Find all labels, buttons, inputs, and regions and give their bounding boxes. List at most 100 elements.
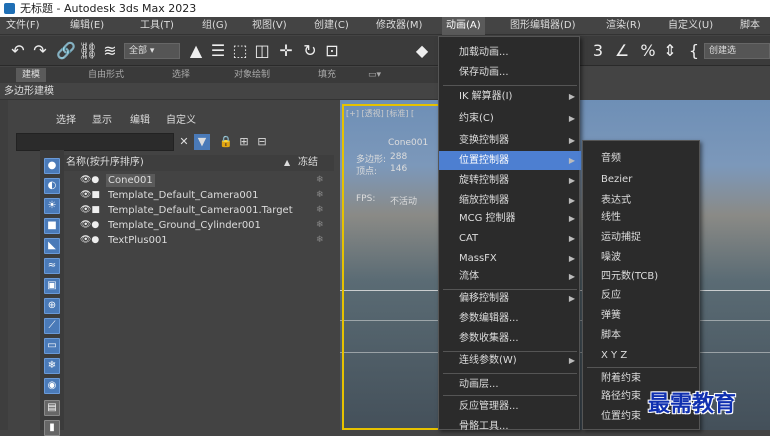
menu-file[interactable]: 文件(F) xyxy=(6,17,40,35)
explorer-search-input[interactable] xyxy=(16,133,174,151)
freeze-icon[interactable]: ❄ xyxy=(316,219,324,232)
display-none-icon[interactable]: ▮ xyxy=(44,420,60,436)
rectangular-selection-icon[interactable]: ⬚ xyxy=(230,41,250,61)
display-all-icon[interactable]: ▤ xyxy=(44,400,60,416)
menu-views[interactable]: 视图(V) xyxy=(252,17,287,35)
tab-freeform[interactable]: 自由形式 xyxy=(82,68,130,82)
menu-modifiers[interactable]: 修改器(M) xyxy=(376,17,422,35)
filter-cameras-icon[interactable]: ■ xyxy=(44,218,60,234)
filter-helpers-icon[interactable]: ◣ xyxy=(44,238,60,254)
visibility-eye-icon[interactable]: 👁■ xyxy=(80,204,100,217)
submenu-item-xyz[interactable]: X Y Z xyxy=(583,346,701,365)
submenu-item-noise[interactable]: 噪波 xyxy=(583,248,701,267)
menu-item-parameter-editor[interactable]: 参数编辑器... xyxy=(439,309,581,328)
filter-bones-icon[interactable]: ⟋ xyxy=(44,318,60,334)
filter-space-warps-icon[interactable]: ≈ xyxy=(44,258,60,274)
link-icon[interactable]: 🔗 xyxy=(56,41,76,61)
menu-item-mcg-controllers[interactable]: MCG 控制器 ▶ xyxy=(439,209,581,228)
tab-object-paint[interactable]: 对象绘制 xyxy=(228,68,276,82)
tab-populate[interactable]: 填充 xyxy=(312,68,342,82)
visibility-eye-icon[interactable]: 👁● xyxy=(80,234,99,247)
freeze-icon[interactable]: ❄ xyxy=(316,234,324,247)
visibility-eye-icon[interactable]: 👁■ xyxy=(80,189,100,202)
undo-icon[interactable]: ↶ xyxy=(8,41,28,61)
menu-item-parameter-collector[interactable]: 参数收集器... xyxy=(439,329,581,348)
submenu-item-audio[interactable]: 音频 xyxy=(583,149,701,168)
select-by-name-icon[interactable]: ☰ xyxy=(208,41,228,61)
filter-icon[interactable]: ▼ xyxy=(194,134,210,150)
lock-icon[interactable]: 🔒 xyxy=(218,134,234,150)
spinner-snap-icon[interactable]: ⇕ xyxy=(660,41,680,61)
filter-geometry-icon[interactable]: ● xyxy=(44,158,60,174)
unlink-icon[interactable]: ⛓ xyxy=(78,41,98,61)
redo-icon[interactable]: ↷ xyxy=(30,41,50,61)
menu-item-position-controllers[interactable]: 位置控制器 ▶ xyxy=(439,151,581,170)
table-row[interactable]: 👁■ Template_Default_Camera001.Target ❄ xyxy=(64,204,334,217)
move-icon[interactable]: ✛ xyxy=(276,41,296,61)
menu-item-animation-layers[interactable]: 动画层... xyxy=(439,375,581,394)
submenu-item-quaternion-tcb[interactable]: 四元数(TCB) xyxy=(583,267,701,286)
menu-item-offset-controllers[interactable]: 偏移控制器 ▶ xyxy=(439,289,581,308)
layer-icon[interactable]: ⊟ xyxy=(254,134,270,150)
filter-groups-icon[interactable]: ▣ xyxy=(44,278,60,294)
submenu-item-spring[interactable]: 弹簧 xyxy=(583,306,701,325)
submenu-item-reaction[interactable]: 反应 xyxy=(583,286,701,305)
filter-xrefs-icon[interactable]: ⊕ xyxy=(44,298,60,314)
menu-item-bone-tools[interactable]: 骨骼工具... xyxy=(439,417,581,436)
menu-create[interactable]: 创建(C) xyxy=(314,17,349,35)
selection-filter-dropdown[interactable]: 全部 ▾ xyxy=(124,43,180,59)
visibility-eye-icon[interactable]: 👁● xyxy=(80,174,99,187)
menu-item-reaction-manager[interactable]: 反应管理器... xyxy=(439,397,581,416)
submenu-item-motion-capture[interactable]: 运动捕捉 xyxy=(583,228,701,247)
menu-item-cat[interactable]: CAT ▶ xyxy=(439,229,581,248)
menu-scripting[interactable]: 脚本 xyxy=(740,17,760,35)
freeze-icon[interactable]: ❄ xyxy=(316,204,324,217)
submenu-item-bezier[interactable]: Bezier xyxy=(583,170,701,189)
menu-item-ik-solvers[interactable]: IK 解算器(I) ▶ xyxy=(439,87,581,106)
filter-hidden-icon[interactable]: ◉ xyxy=(44,378,60,394)
menu-animation[interactable]: 动画(A) xyxy=(442,17,485,35)
viewport-label[interactable]: [+] [透视] [标准] [ xyxy=(346,108,414,119)
menu-item-massfx[interactable]: MassFX ▶ xyxy=(439,249,581,268)
rotate-icon[interactable]: ↻ xyxy=(300,41,320,61)
menu-group[interactable]: 组(G) xyxy=(202,17,228,35)
table-row[interactable]: 👁■ Template_Default_Camera001 ❄ xyxy=(64,189,334,202)
window-crossing-icon[interactable]: ◫ xyxy=(252,41,272,61)
menu-item-constraints[interactable]: 约束(C) ▶ xyxy=(439,109,581,128)
angle-snap-icon[interactable]: ∠ xyxy=(612,41,632,61)
explorer-menu-edit[interactable]: 编辑 xyxy=(130,112,150,130)
ribbon-options-icon[interactable]: ▭▾ xyxy=(362,68,387,82)
column-frozen-header[interactable]: 冻结 xyxy=(298,155,318,171)
menu-item-wire-parameters[interactable]: 连线参数(W) ▶ xyxy=(439,351,581,370)
table-row[interactable]: 👁● Template_Ground_Cylinder001 ❄ xyxy=(64,219,334,232)
explorer-menu-select[interactable]: 选择 xyxy=(56,112,76,130)
menu-rendering[interactable]: 渲染(R) xyxy=(606,17,641,35)
snaps-toggle-icon[interactable]: 3 xyxy=(588,41,608,61)
clear-search-icon[interactable]: ✕ xyxy=(176,134,192,150)
column-name-header[interactable]: 名称(按升序排序) xyxy=(66,155,144,171)
menu-edit[interactable]: 编辑(E) xyxy=(70,17,104,35)
menu-tools[interactable]: 工具(T) xyxy=(140,17,174,35)
menu-item-fluids[interactable]: 流体 ▶ xyxy=(439,267,581,286)
menu-item-scale-controllers[interactable]: 缩放控制器 ▶ xyxy=(439,191,581,210)
edit-named-selection-icon[interactable]: { xyxy=(684,41,704,61)
percent-snap-icon[interactable]: % xyxy=(638,41,658,61)
menu-item-load-animation[interactable]: 加载动画... xyxy=(439,43,581,62)
filter-shapes-icon[interactable]: ◐ xyxy=(44,178,60,194)
filter-frozen-icon[interactable]: ❄ xyxy=(44,358,60,374)
explorer-menu-display[interactable]: 显示 xyxy=(92,112,112,130)
menu-item-save-animation[interactable]: 保存动画... xyxy=(439,63,581,82)
table-row[interactable]: 👁● Cone001 ❄ xyxy=(64,174,334,187)
freeze-icon[interactable]: ❄ xyxy=(316,189,324,202)
tab-selection[interactable]: 选择 xyxy=(166,68,196,82)
menu-customize[interactable]: 自定义(U) xyxy=(668,17,713,35)
menu-item-rotation-controllers[interactable]: 旋转控制器 ▶ xyxy=(439,171,581,190)
submenu-item-linear[interactable]: 线性 xyxy=(583,208,701,227)
explorer-menu-customize[interactable]: 自定义 xyxy=(166,112,196,130)
scale-icon[interactable]: ⊡ xyxy=(322,41,342,61)
tab-modeling[interactable]: 建模 xyxy=(16,68,47,82)
submenu-item-script[interactable]: 脚本 xyxy=(583,326,701,345)
hierarchy-icon[interactable]: ⊞ xyxy=(236,134,252,150)
filter-lights-icon[interactable]: ☀ xyxy=(44,198,60,214)
filter-containers-icon[interactable]: ▭ xyxy=(44,338,60,354)
